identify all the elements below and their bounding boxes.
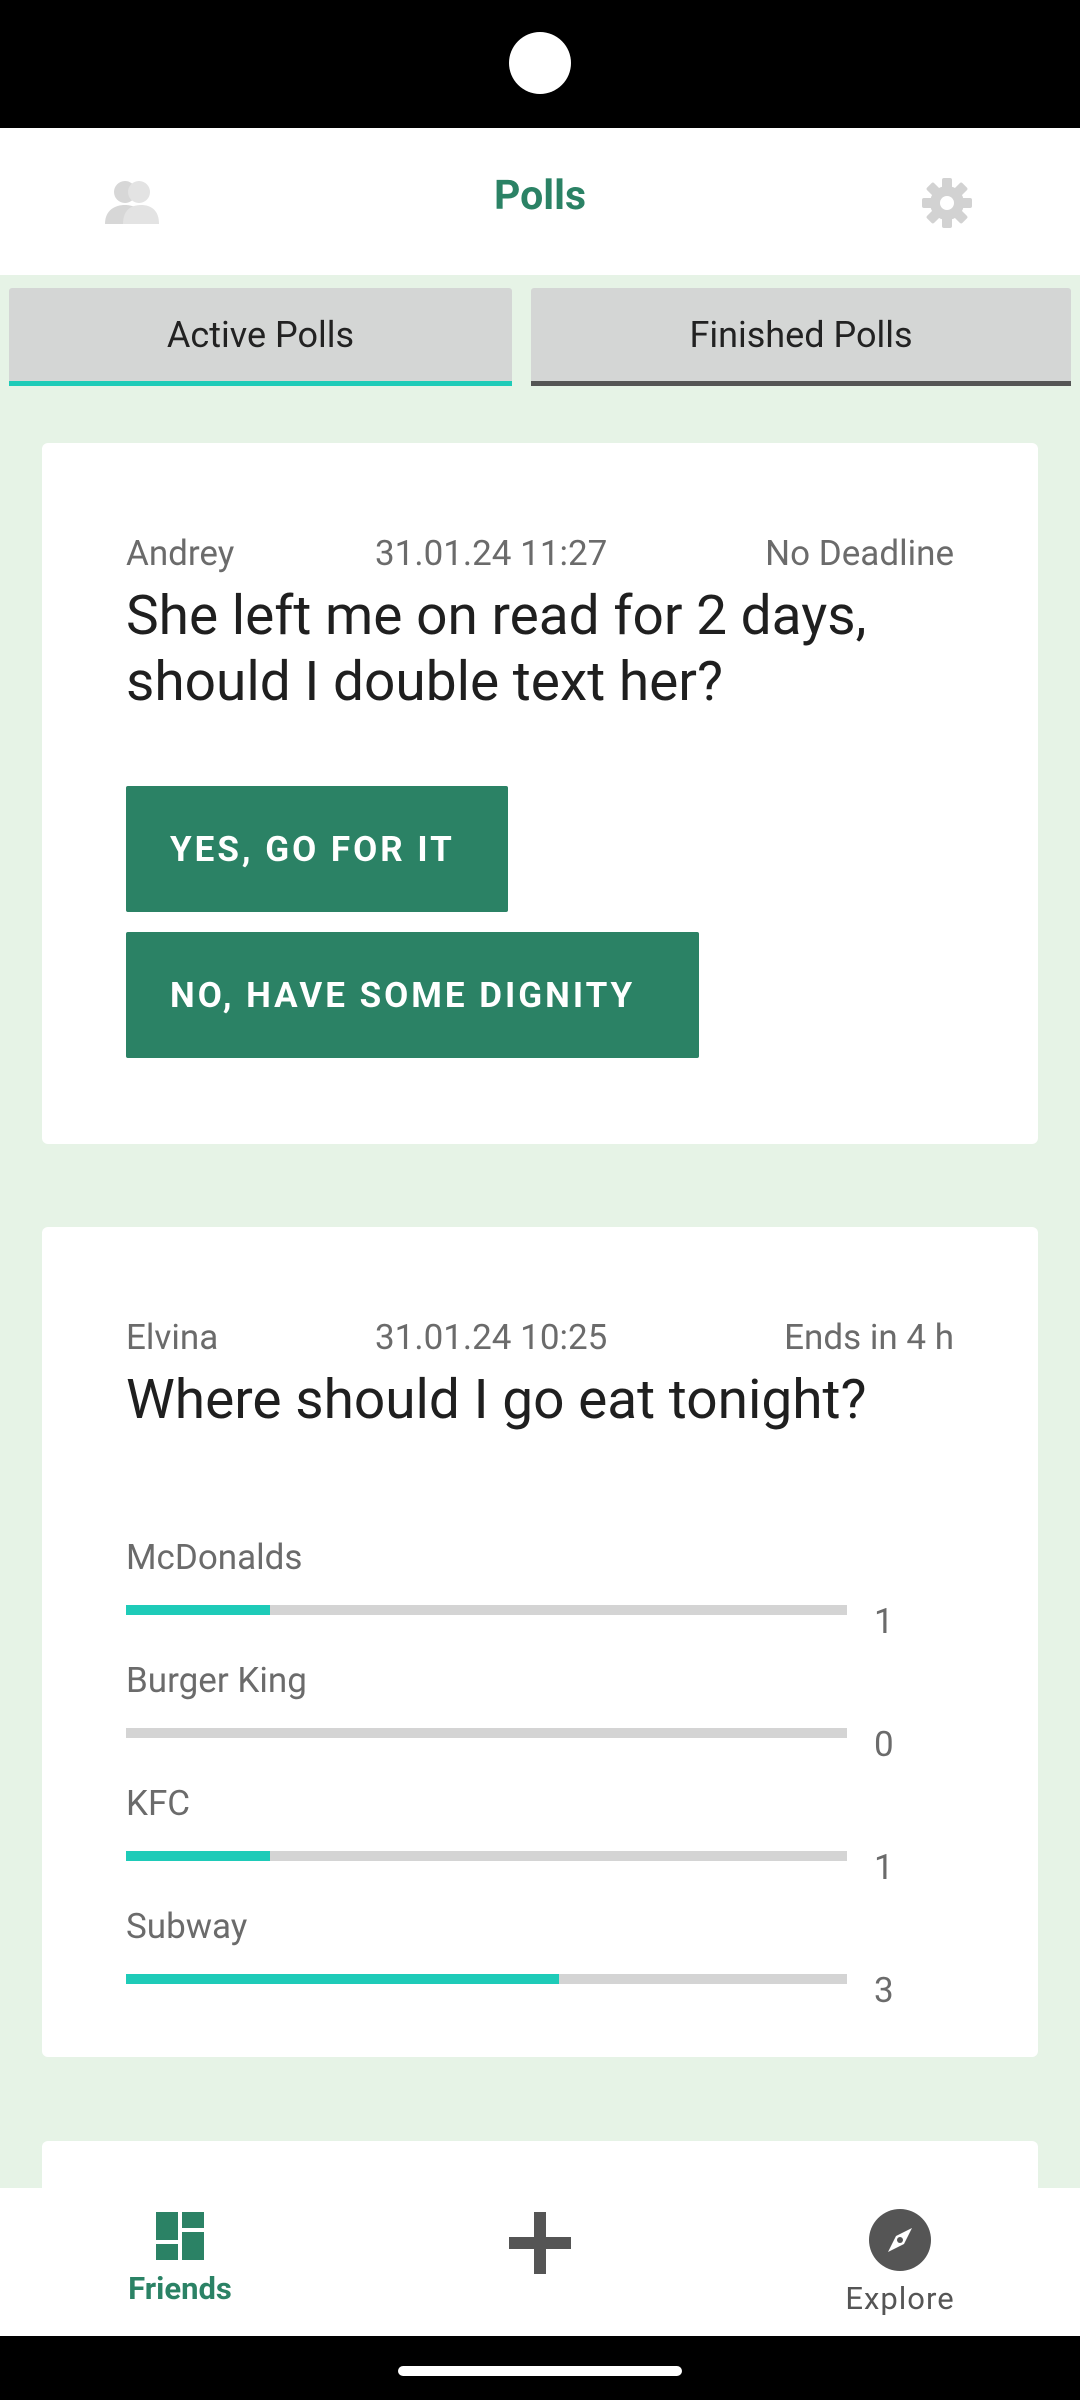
option-label: Subway [126, 1906, 248, 1947]
poll-option[interactable]: McDonalds 1 [126, 1537, 926, 1642]
vote-bar-track [126, 1728, 847, 1738]
poll-card: Andrey 31.01.24 11:27 No Deadline She le… [42, 443, 1038, 1144]
vote-bar-track [126, 1974, 847, 1984]
home-indicator[interactable] [398, 2366, 682, 2376]
option-label: KFC [126, 1783, 191, 1824]
poll-option[interactable]: Subway 3 [126, 1906, 926, 2011]
poll-option[interactable]: KFC 1 [126, 1783, 926, 1888]
top-app-bar: Polls [0, 128, 1080, 275]
vote-bar-fill [126, 1605, 271, 1615]
bottom-navigation: Friends Explore [0, 2188, 1080, 2336]
tab-active-polls[interactable]: Active Polls [9, 288, 512, 386]
vote-count: 3 [874, 1970, 894, 2011]
option-label: McDonalds [126, 1537, 303, 1578]
app-screen: Polls Active Polls Finished Polls Andrey… [0, 128, 1080, 2336]
vote-count: 1 [874, 1601, 894, 1642]
poll-question: She left me on read for 2 days, should I… [126, 584, 867, 714]
vote-count: 1 [874, 1847, 894, 1888]
nav-friends-label: Friends [128, 2270, 232, 2307]
poll-date: 31.01.24 10:25 [375, 1317, 608, 1358]
vote-bar-fill [126, 1851, 271, 1861]
poll-tabs: Active Polls Finished Polls [0, 288, 1080, 388]
plus-icon [509, 2212, 571, 2274]
tab-finished-polls[interactable]: Finished Polls [531, 288, 1071, 386]
status-bar [0, 0, 1080, 128]
gear-icon[interactable] [912, 168, 982, 238]
option-label: Burger King [126, 1660, 307, 1701]
poll-author: Elvina [126, 1317, 219, 1358]
vote-bar-fill [126, 1974, 559, 1984]
vote-bar-track [126, 1851, 847, 1861]
create-poll-button[interactable] [490, 2188, 590, 2336]
vote-count: 0 [874, 1724, 894, 1765]
poll-deadline: No Deadline [765, 533, 954, 574]
poll-date: 31.01.24 11:27 [375, 533, 608, 574]
answer-yes-button[interactable]: YES, GO FOR IT [126, 786, 508, 912]
system-nav-bar [0, 2336, 1080, 2400]
poll-question: Where should I go eat tonight? [126, 1368, 867, 1432]
nav-friends[interactable]: Friends [90, 2188, 270, 2336]
compass-icon [869, 2209, 931, 2271]
poll-author: Andrey [126, 533, 235, 574]
answer-no-button[interactable]: NO, HAVE SOME DIGNITY [126, 932, 699, 1058]
camera-cutout [509, 32, 571, 94]
nav-explore[interactable]: Explore [800, 2188, 1000, 2336]
poll-card: Elvina 31.01.24 10:25 Ends in 4 h Where … [42, 1227, 1038, 2057]
poll-option[interactable]: Burger King 0 [126, 1660, 926, 1765]
poll-deadline: Ends in 4 h [784, 1317, 954, 1358]
vote-bar-track [126, 1605, 847, 1615]
nav-explore-label: Explore [845, 2280, 955, 2317]
dashboard-icon [156, 2212, 204, 2260]
